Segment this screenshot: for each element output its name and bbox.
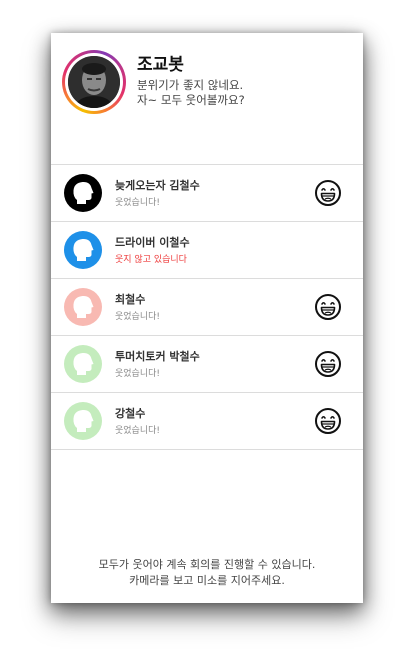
participant-name: 투머치토커 박철수 [115, 350, 200, 363]
person-silhouette-icon [64, 174, 102, 212]
participant-status: 웃었습니다! [115, 426, 161, 436]
laughing-face-icon [314, 293, 342, 321]
laughing-face-icon [314, 407, 342, 435]
footer-line-2: 카메라를 보고 미소를 지어주세요. [129, 574, 285, 587]
meeting-screen: 조교봇 분위기가 좋지 않네요. 자~ 모두 웃어볼까요? 늦게오는자 김철수웃… [51, 33, 363, 603]
person-silhouette-icon [64, 288, 102, 326]
person-silhouette-icon [64, 402, 102, 440]
laughing-face-icon [314, 179, 342, 207]
host-message: 분위기가 좋지 않네요. 자~ 모두 웃어볼까요? [137, 78, 245, 108]
participant-status: 웃지 않고 있습니다 [115, 255, 187, 265]
host-avatar [68, 56, 120, 108]
person-silhouette-icon [64, 231, 102, 269]
host-name: 조교봇 [137, 55, 184, 75]
participant-row[interactable]: 최철수웃었습니다! [51, 279, 363, 336]
participant-row[interactable]: 드라이버 이철수웃지 않고 있습니다 [51, 222, 363, 279]
participant-list: 늦게오는자 김철수 웃었습니다! 드라이버 이철수 웃지 않고 있습니다 최철수 웃었습니… [51, 165, 363, 450]
host-avatar-story-ring[interactable] [62, 50, 126, 114]
participant-row[interactable]: 늦게오는자 김철수웃었습니다! [51, 165, 363, 222]
participant-status: 웃었습니다! [115, 198, 161, 208]
participant-name: 늦게오는자 김철수 [115, 179, 200, 192]
participant-name: 최철수 [115, 293, 146, 306]
participant-name: 드라이버 이철수 [115, 236, 190, 249]
participant-status: 웃었습니다! [115, 369, 161, 379]
participant-name: 강철수 [115, 407, 146, 420]
host-message-line-2: 자~ 모두 웃어볼까요? [137, 93, 245, 107]
host-header: 조교봇 분위기가 좋지 않네요. 자~ 모두 웃어볼까요? [51, 33, 363, 164]
host-message-line-1: 분위기가 좋지 않네요. [137, 78, 244, 92]
footer-instructions: 모두가 웃어야 계속 회의를 진행할 수 있습니다. 카메라를 보고 미소를 지… [51, 557, 363, 589]
participant-row[interactable]: 강철수웃었습니다! [51, 393, 363, 450]
footer-line-1: 모두가 웃어야 계속 회의를 진행할 수 있습니다. [98, 558, 316, 571]
host-photo [68, 56, 120, 108]
participant-status: 웃었습니다! [115, 312, 161, 322]
person-silhouette-icon [64, 345, 102, 383]
participant-row[interactable]: 투머치토커 박철수웃었습니다! [51, 336, 363, 393]
laughing-face-icon [314, 350, 342, 378]
